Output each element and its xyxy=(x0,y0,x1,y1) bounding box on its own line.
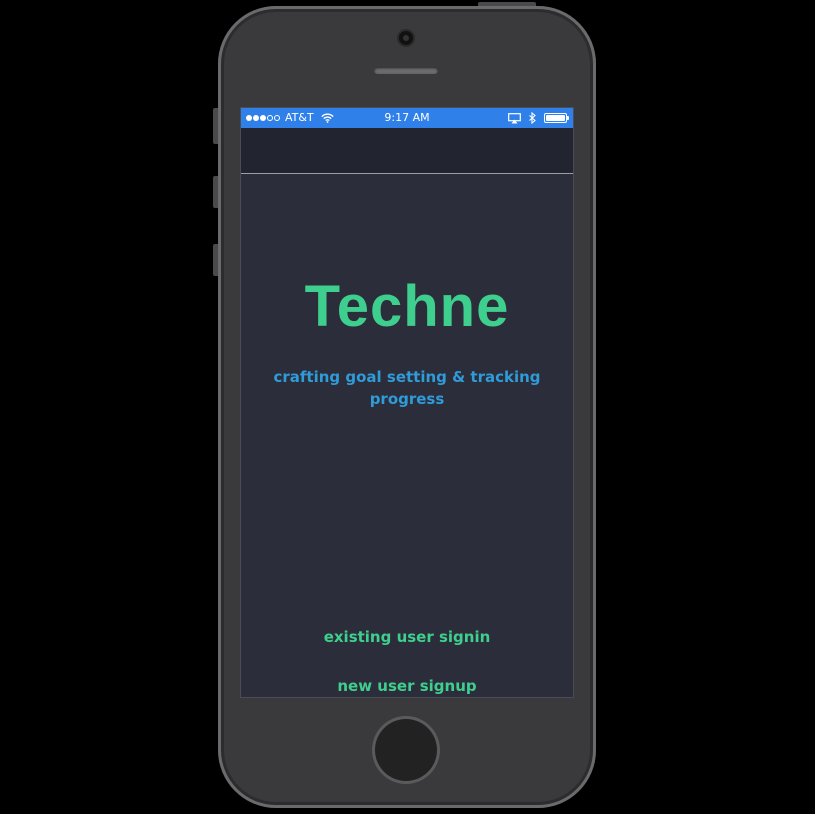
navigation-bar xyxy=(241,128,573,174)
app-tagline: crafting goal setting & tracking progres… xyxy=(273,368,541,408)
home-button[interactable] xyxy=(375,719,437,781)
front-camera-icon xyxy=(399,31,413,45)
signup-button[interactable]: new user signup xyxy=(241,677,573,695)
battery-icon xyxy=(544,113,569,123)
airplay-icon xyxy=(508,112,521,124)
app-screen: AT&T 9:17 AM Techne crafting goal settin… xyxy=(240,107,574,698)
bluetooth-icon xyxy=(529,112,536,124)
signin-button[interactable]: existing user signin xyxy=(241,628,573,646)
app-title: Techne xyxy=(304,274,510,339)
status-bar: AT&T 9:17 AM xyxy=(241,108,573,128)
earpiece-speaker xyxy=(374,67,438,74)
